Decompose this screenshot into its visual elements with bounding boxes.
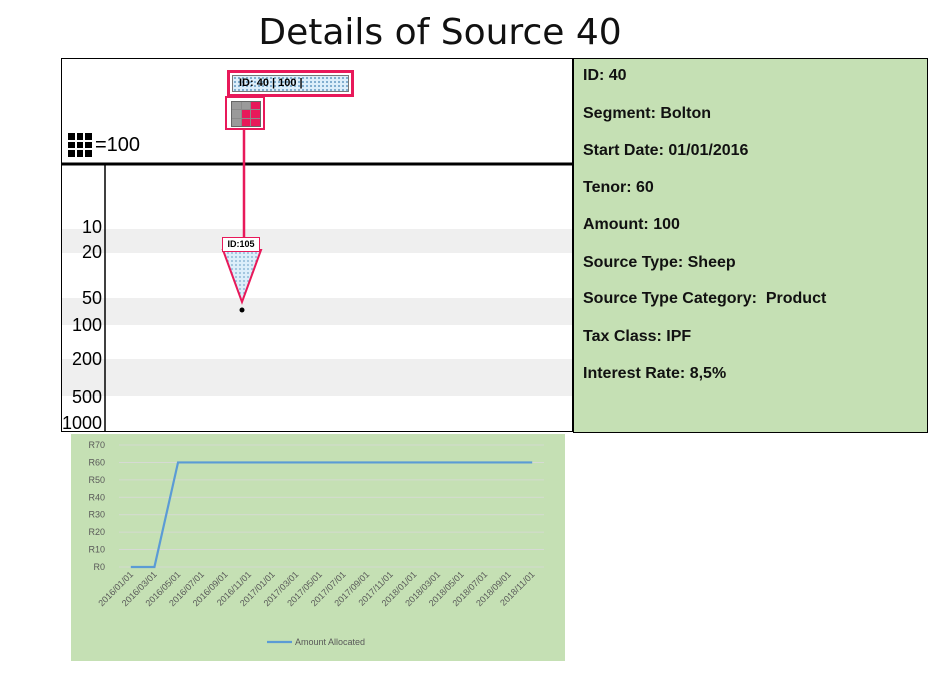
detail-id: ID: 40: [583, 67, 627, 84]
detail-amount: Amount: 100: [583, 216, 680, 233]
page-title: Details of Source 40: [258, 12, 622, 53]
line-chart-svg: R0R10R20R30R40R50R60R702016/01/012016/03…: [88, 440, 544, 647]
detail-tax-class: Tax Class: IPF: [583, 328, 692, 345]
detail-source-type: Source Type: Sheep: [583, 254, 736, 271]
child-triangle: [221, 249, 263, 305]
child-box-label[interactable]: ID:105: [222, 237, 260, 252]
y-tick-label: R70: [88, 440, 105, 450]
source-box-label: ID: 40 | 100 |: [239, 77, 303, 89]
source-diagram: =100 10 20 50 100 200 500 1000 ID: 40 | …: [61, 58, 573, 432]
amount-allocated-chart: R0 R10 R20 R30 R40 R50 R60 R70 2016/01/01 2016/03…: [71, 434, 565, 661]
details-panel: ID: 40 Segment: Bolton Start Date: 01/01…: [573, 58, 928, 433]
detail-start-date: Start Date: 01/01/2016: [583, 142, 749, 159]
y-tick-label: R30: [88, 510, 105, 520]
y-tick-100: 100: [71, 315, 102, 335]
diagram-lines: [62, 130, 572, 431]
detail-interest-rate: Interest Rate: 8,5%: [583, 365, 727, 382]
y-tick-500: 500: [71, 387, 102, 407]
y-tick-10: 10: [81, 217, 102, 237]
detail-source-type-category: Source Type Category: Product: [583, 290, 827, 307]
detail-tenor: Tenor: 60: [583, 179, 654, 196]
y-tick-label: R60: [88, 457, 105, 467]
y-tick-label: R50: [88, 475, 105, 485]
y-tick-label: R20: [88, 527, 105, 537]
detail-segment: Segment: Bolton: [583, 105, 711, 122]
unit-stack: [225, 96, 265, 130]
child-point: [239, 307, 245, 313]
y-tick-200: 200: [71, 349, 102, 369]
source-box[interactable]: ID: 40 | 100 |: [227, 70, 354, 97]
y-tick-label: R40: [88, 492, 105, 502]
y-tick-50: 50: [81, 288, 102, 308]
y-tick-label: R0: [93, 562, 105, 572]
y-tick-label: R10: [88, 545, 105, 555]
y-tick-20: 20: [81, 242, 102, 262]
legend-label: Amount Allocated: [295, 637, 365, 647]
y-tick-1000: 1000: [62, 413, 103, 432]
